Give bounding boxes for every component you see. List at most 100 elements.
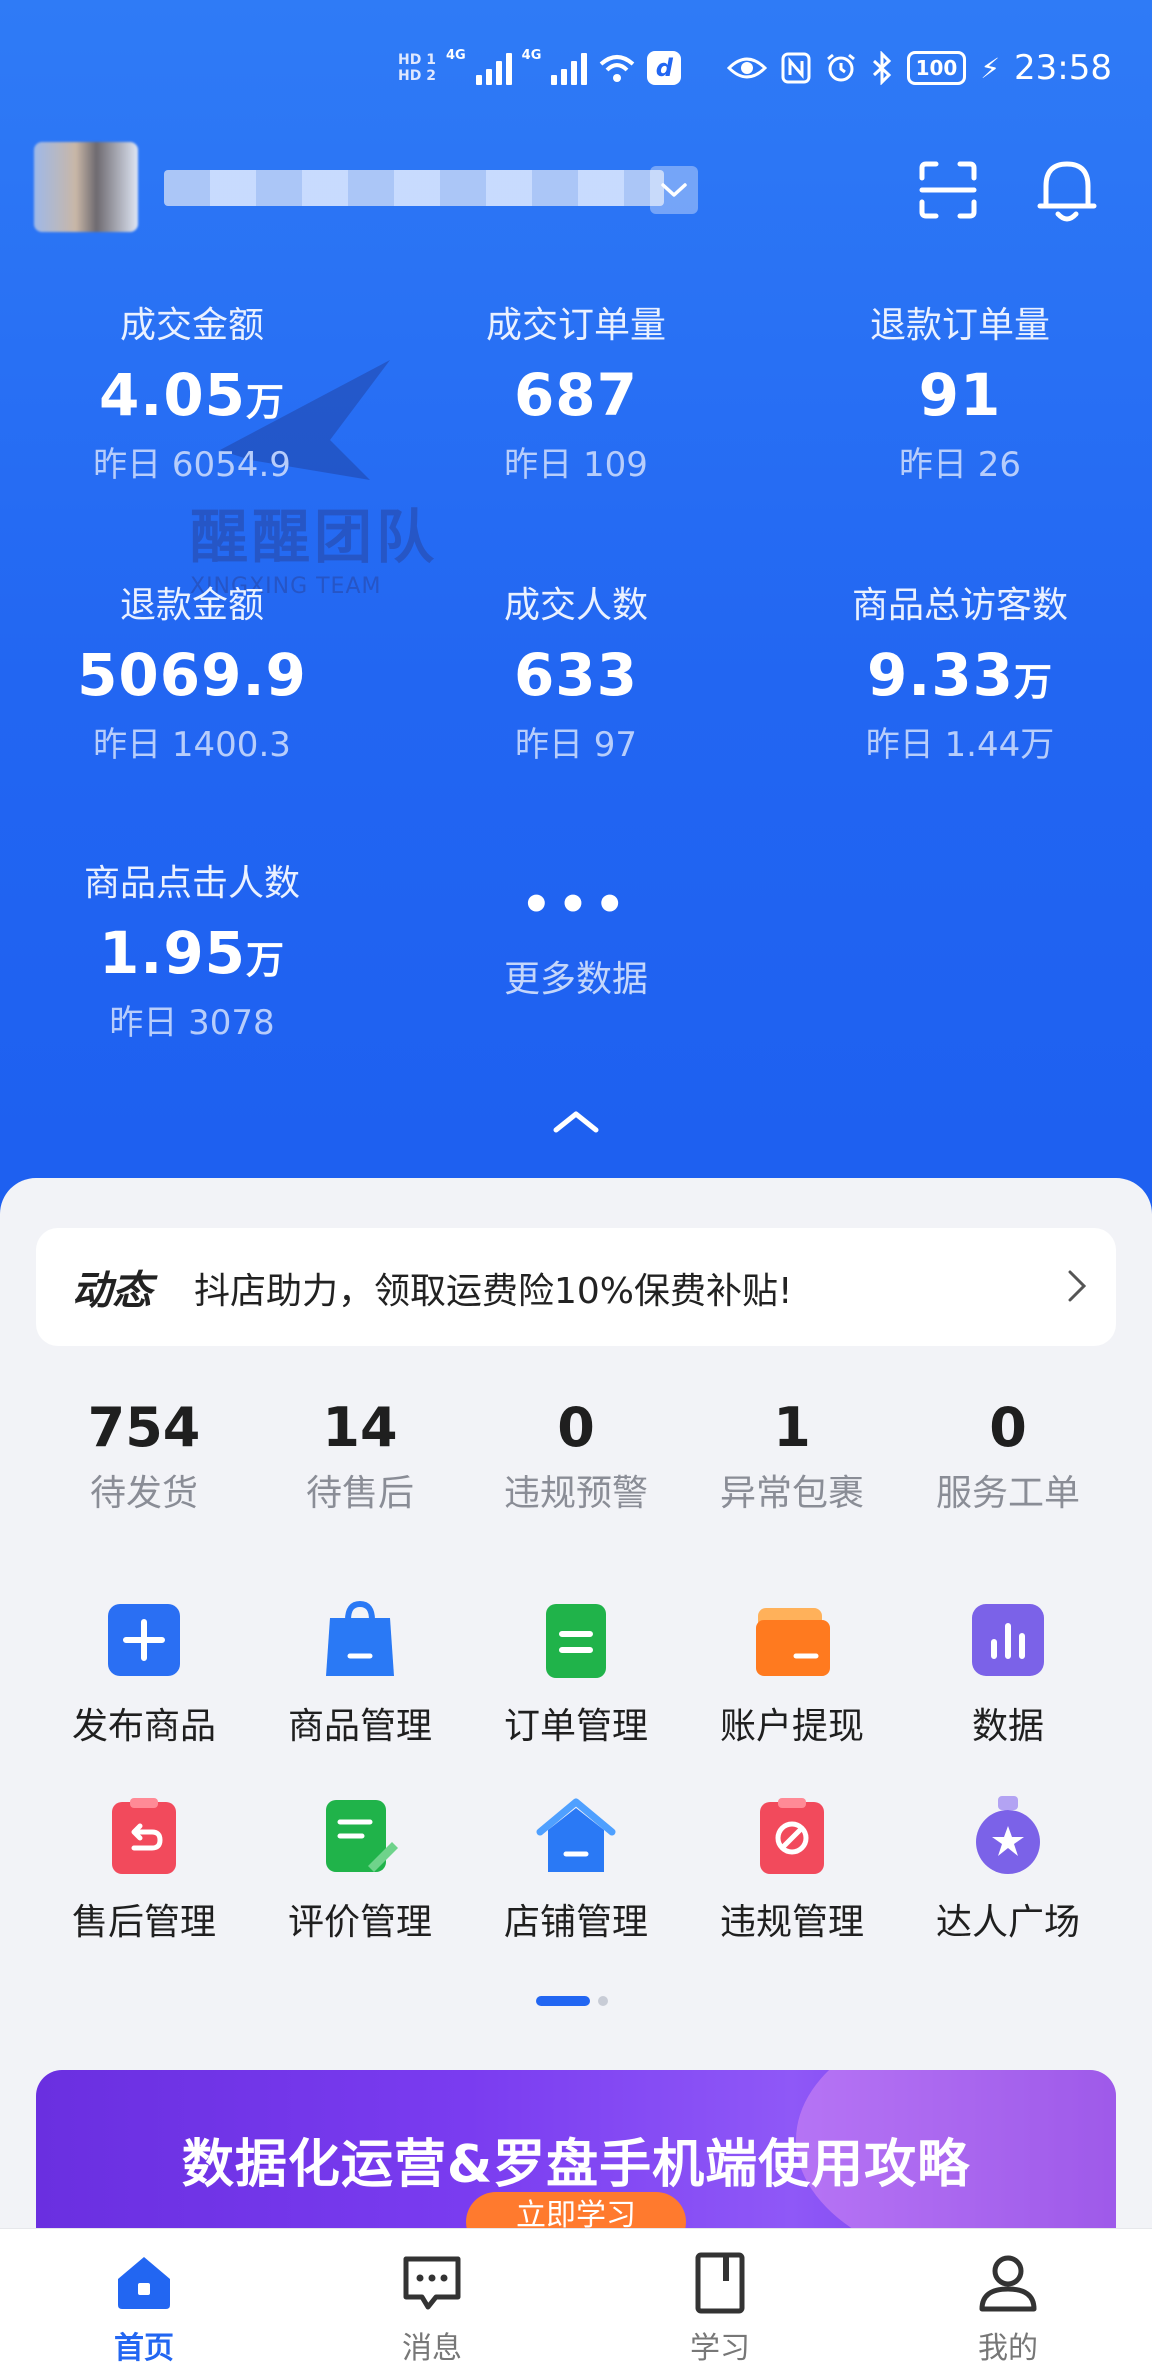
status-right: 100 ⚡ 23:58 (726, 40, 1112, 96)
store-icon (536, 1796, 616, 1876)
stat-number: 4.05 (98, 361, 247, 429)
banner-title: 数据化运营&罗盘手机端使用攻略 (181, 2135, 971, 2195)
stat-refund-amount[interactable]: 退款金额 5069.9 昨日 1400.3 (0, 580, 384, 772)
clock-time: 23:58 (1014, 48, 1112, 88)
grid-label: 账户提现 (719, 1706, 864, 1747)
stat-number: 9.33 (866, 641, 1015, 709)
order-list-icon (536, 1600, 616, 1680)
stat-number: 5069.9 (77, 641, 307, 709)
grid-label: 店铺管理 (503, 1902, 648, 1943)
count-after-sale[interactable]: 14 待售后 (252, 1390, 468, 1522)
stat-value: 5069.9 (0, 632, 384, 718)
violation-management-button[interactable]: 违规管理 (684, 1796, 900, 1948)
scan-icon[interactable] (918, 160, 978, 220)
stat-label: 成交金额 (119, 305, 264, 346)
stat-yesterday: 昨日 1400.3 (93, 725, 291, 765)
grid-label: 发布商品 (71, 1706, 216, 1747)
bell-icon[interactable] (1036, 156, 1098, 224)
chevron-down-icon (661, 183, 687, 197)
grid-label: 评价管理 (287, 1902, 432, 1943)
shop-dropdown-button[interactable] (650, 166, 698, 214)
influencer-plaza-button[interactable]: 达人广场 (900, 1796, 1116, 1948)
charging-icon: ⚡ (980, 51, 1001, 85)
stat-clicks[interactable]: 商品点击人数 1.95万 昨日 3078 (0, 858, 384, 1050)
stat-unit: 万 (246, 938, 286, 982)
stat-unit: 万 (1014, 660, 1054, 704)
status-bar: HD 1 HD 2 4G 4G d 100 ⚡ 23:58 (0, 40, 1152, 96)
review-icon (320, 1796, 400, 1876)
grid-label: 违规管理 (719, 1902, 864, 1943)
grid-label: 数据 (971, 1706, 1044, 1747)
hd2-label: HD 2 (398, 68, 436, 84)
stat-number: 633 (513, 641, 639, 709)
network-type-2: 4G (521, 48, 542, 63)
stat-label: 商品点击人数 (83, 863, 300, 904)
shop-avatar (34, 142, 138, 232)
store-management-button[interactable]: 店铺管理 (468, 1796, 684, 1948)
watermark-main: 醒醒团队 (190, 503, 439, 571)
count-violation-warning[interactable]: 0 违规预警 (468, 1390, 684, 1522)
more-data-button[interactable]: ••• 更多数据 (384, 880, 768, 1002)
tab-messages[interactable]: 消息 (288, 2229, 576, 2376)
stat-gmv[interactable]: 成交金额 4.05万 昨日 6054.9 (0, 300, 384, 492)
product-management-button[interactable]: 商品管理 (252, 1600, 468, 1752)
stat-value: 633 (384, 632, 768, 718)
shop-selector[interactable] (34, 142, 664, 232)
count-number: 0 (989, 1396, 1027, 1459)
publish-product-button[interactable]: 发布商品 (36, 1600, 252, 1752)
stat-value: 687 (384, 352, 768, 438)
plus-icon (104, 1600, 184, 1680)
stat-label: 成交人数 (503, 585, 648, 626)
todo-counts: 754 待发货 14 待售后 0 违规预警 1 异常包裹 0 服务工单 (0, 1390, 1152, 1530)
after-sale-management-button[interactable]: 售后管理 (36, 1796, 252, 1948)
learn-now-button[interactable]: 立即学习 (466, 2192, 686, 2230)
count-service-ticket[interactable]: 0 服务工单 (900, 1390, 1116, 1522)
alarm-icon (826, 53, 855, 82)
tab-label: 我的 (978, 2331, 1038, 2366)
tab-label: 消息 (402, 2331, 462, 2366)
data-button[interactable]: 数据 (900, 1600, 1116, 1752)
stat-number: 687 (513, 361, 639, 429)
stat-yesterday: 昨日 109 (504, 445, 648, 485)
bar-chart-icon (968, 1600, 1048, 1680)
home-icon (112, 2251, 176, 2315)
count-number: 754 (87, 1396, 201, 1459)
stat-visitors[interactable]: 商品总访客数 9.33万 昨日 1.44万 (768, 580, 1152, 772)
more-data-label: 更多数据 (503, 959, 648, 1000)
chevron-up-icon[interactable] (552, 1108, 600, 1136)
tab-label: 学习 (690, 2331, 750, 2366)
chevron-right-icon (1068, 1270, 1087, 1302)
stat-refund-orders[interactable]: 退款订单量 91 昨日 26 (768, 300, 1152, 492)
withdraw-button[interactable]: 账户提现 (684, 1600, 900, 1752)
shop-name-blurred (164, 170, 664, 206)
tab-home[interactable]: 首页 (0, 2229, 288, 2376)
grid-label: 达人广场 (935, 1902, 1080, 1943)
stat-order-count[interactable]: 成交订单量 687 昨日 109 (384, 300, 768, 492)
stat-yesterday: 昨日 1.44万 (865, 725, 1055, 765)
stat-label: 商品总访客数 (851, 585, 1068, 626)
count-label: 待发货 (89, 1473, 198, 1514)
news-banner[interactable]: 动态 抖店助力，领取运费险10%保费补贴! (36, 1228, 1116, 1346)
count-abnormal-package[interactable]: 1 异常包裹 (684, 1390, 900, 1522)
order-management-button[interactable]: 订单管理 (468, 1600, 684, 1752)
count-label: 违规预警 (503, 1473, 648, 1514)
shopping-bag-icon (320, 1600, 400, 1680)
tab-label: 首页 (114, 2331, 174, 2366)
stat-value: 9.33万 (768, 632, 1152, 718)
page-dot-active (536, 1996, 590, 2006)
review-management-button[interactable]: 评价管理 (252, 1796, 468, 1948)
stat-value: 1.95万 (0, 910, 384, 996)
stat-value: 91 (768, 352, 1152, 438)
grid-page-indicator (536, 1996, 608, 2006)
tab-profile[interactable]: 我的 (864, 2229, 1152, 2376)
count-number: 0 (557, 1396, 595, 1459)
stat-number: 91 (918, 361, 1002, 429)
count-number: 1 (773, 1396, 811, 1459)
stat-value: 4.05万 (0, 352, 384, 438)
promo-banner[interactable]: 数据化运营&罗盘手机端使用攻略 立即学习 (36, 2070, 1116, 2230)
hd1-label: HD 1 (398, 52, 436, 68)
tab-learn[interactable]: 学习 (576, 2229, 864, 2376)
hd-indicator: HD 1 HD 2 (398, 52, 436, 84)
count-pending-ship[interactable]: 754 待发货 (36, 1390, 252, 1522)
stat-buyers[interactable]: 成交人数 633 昨日 97 (384, 580, 768, 772)
